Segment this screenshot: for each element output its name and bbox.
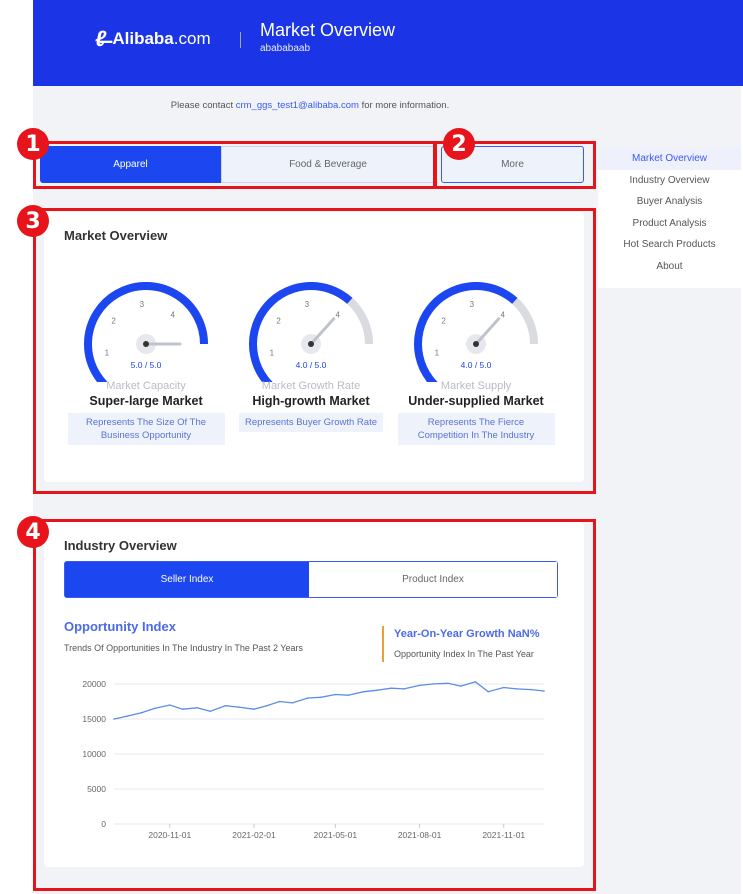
annotation-box-4 — [33, 519, 596, 891]
nav-hot-search-products[interactable]: Hot Search Products — [598, 234, 741, 256]
alibaba-logo[interactable]: ℓ̶ Alibaba.com — [95, 26, 211, 52]
annotation-badge-2: 2 — [443, 128, 475, 160]
contact-email-link[interactable]: crm_ggs_test1@alibaba.com — [236, 100, 359, 111]
nav-industry-overview[interactable]: Industry Overview — [598, 170, 741, 192]
contact-prefix: Please contact — [170, 100, 234, 111]
annotation-badge-1: 1 — [17, 128, 49, 160]
page-title: Market Overview — [260, 20, 396, 40]
alibaba-logo-icon: ℓ̶ — [95, 26, 107, 51]
nav-about[interactable]: About — [598, 256, 741, 278]
nav-product-analysis[interactable]: Product Analysis — [598, 213, 741, 235]
logo-text: Alibaba — [112, 29, 174, 48]
annotation-badge-3: 3 — [17, 205, 49, 237]
contact-suffix: for more information. — [361, 100, 450, 111]
annotation-badge-4: 4 — [17, 516, 49, 548]
side-navigation: Market Overview Industry Overview Buyer … — [598, 148, 741, 288]
logo-suffix: .com — [173, 29, 211, 48]
contact-notice: Please contact crm_ggs_test1@alibaba.com… — [36, 100, 584, 111]
top-header: ℓ̶ Alibaba.com Market Overview abababaab — [33, 0, 743, 86]
nav-market-overview[interactable]: Market Overview — [598, 148, 741, 170]
nav-buyer-analysis[interactable]: Buyer Analysis — [598, 191, 741, 213]
page-subtitle: abababaab — [260, 43, 311, 54]
annotation-box-1 — [33, 141, 436, 189]
annotation-box-3 — [33, 208, 596, 494]
header-divider — [240, 32, 241, 48]
